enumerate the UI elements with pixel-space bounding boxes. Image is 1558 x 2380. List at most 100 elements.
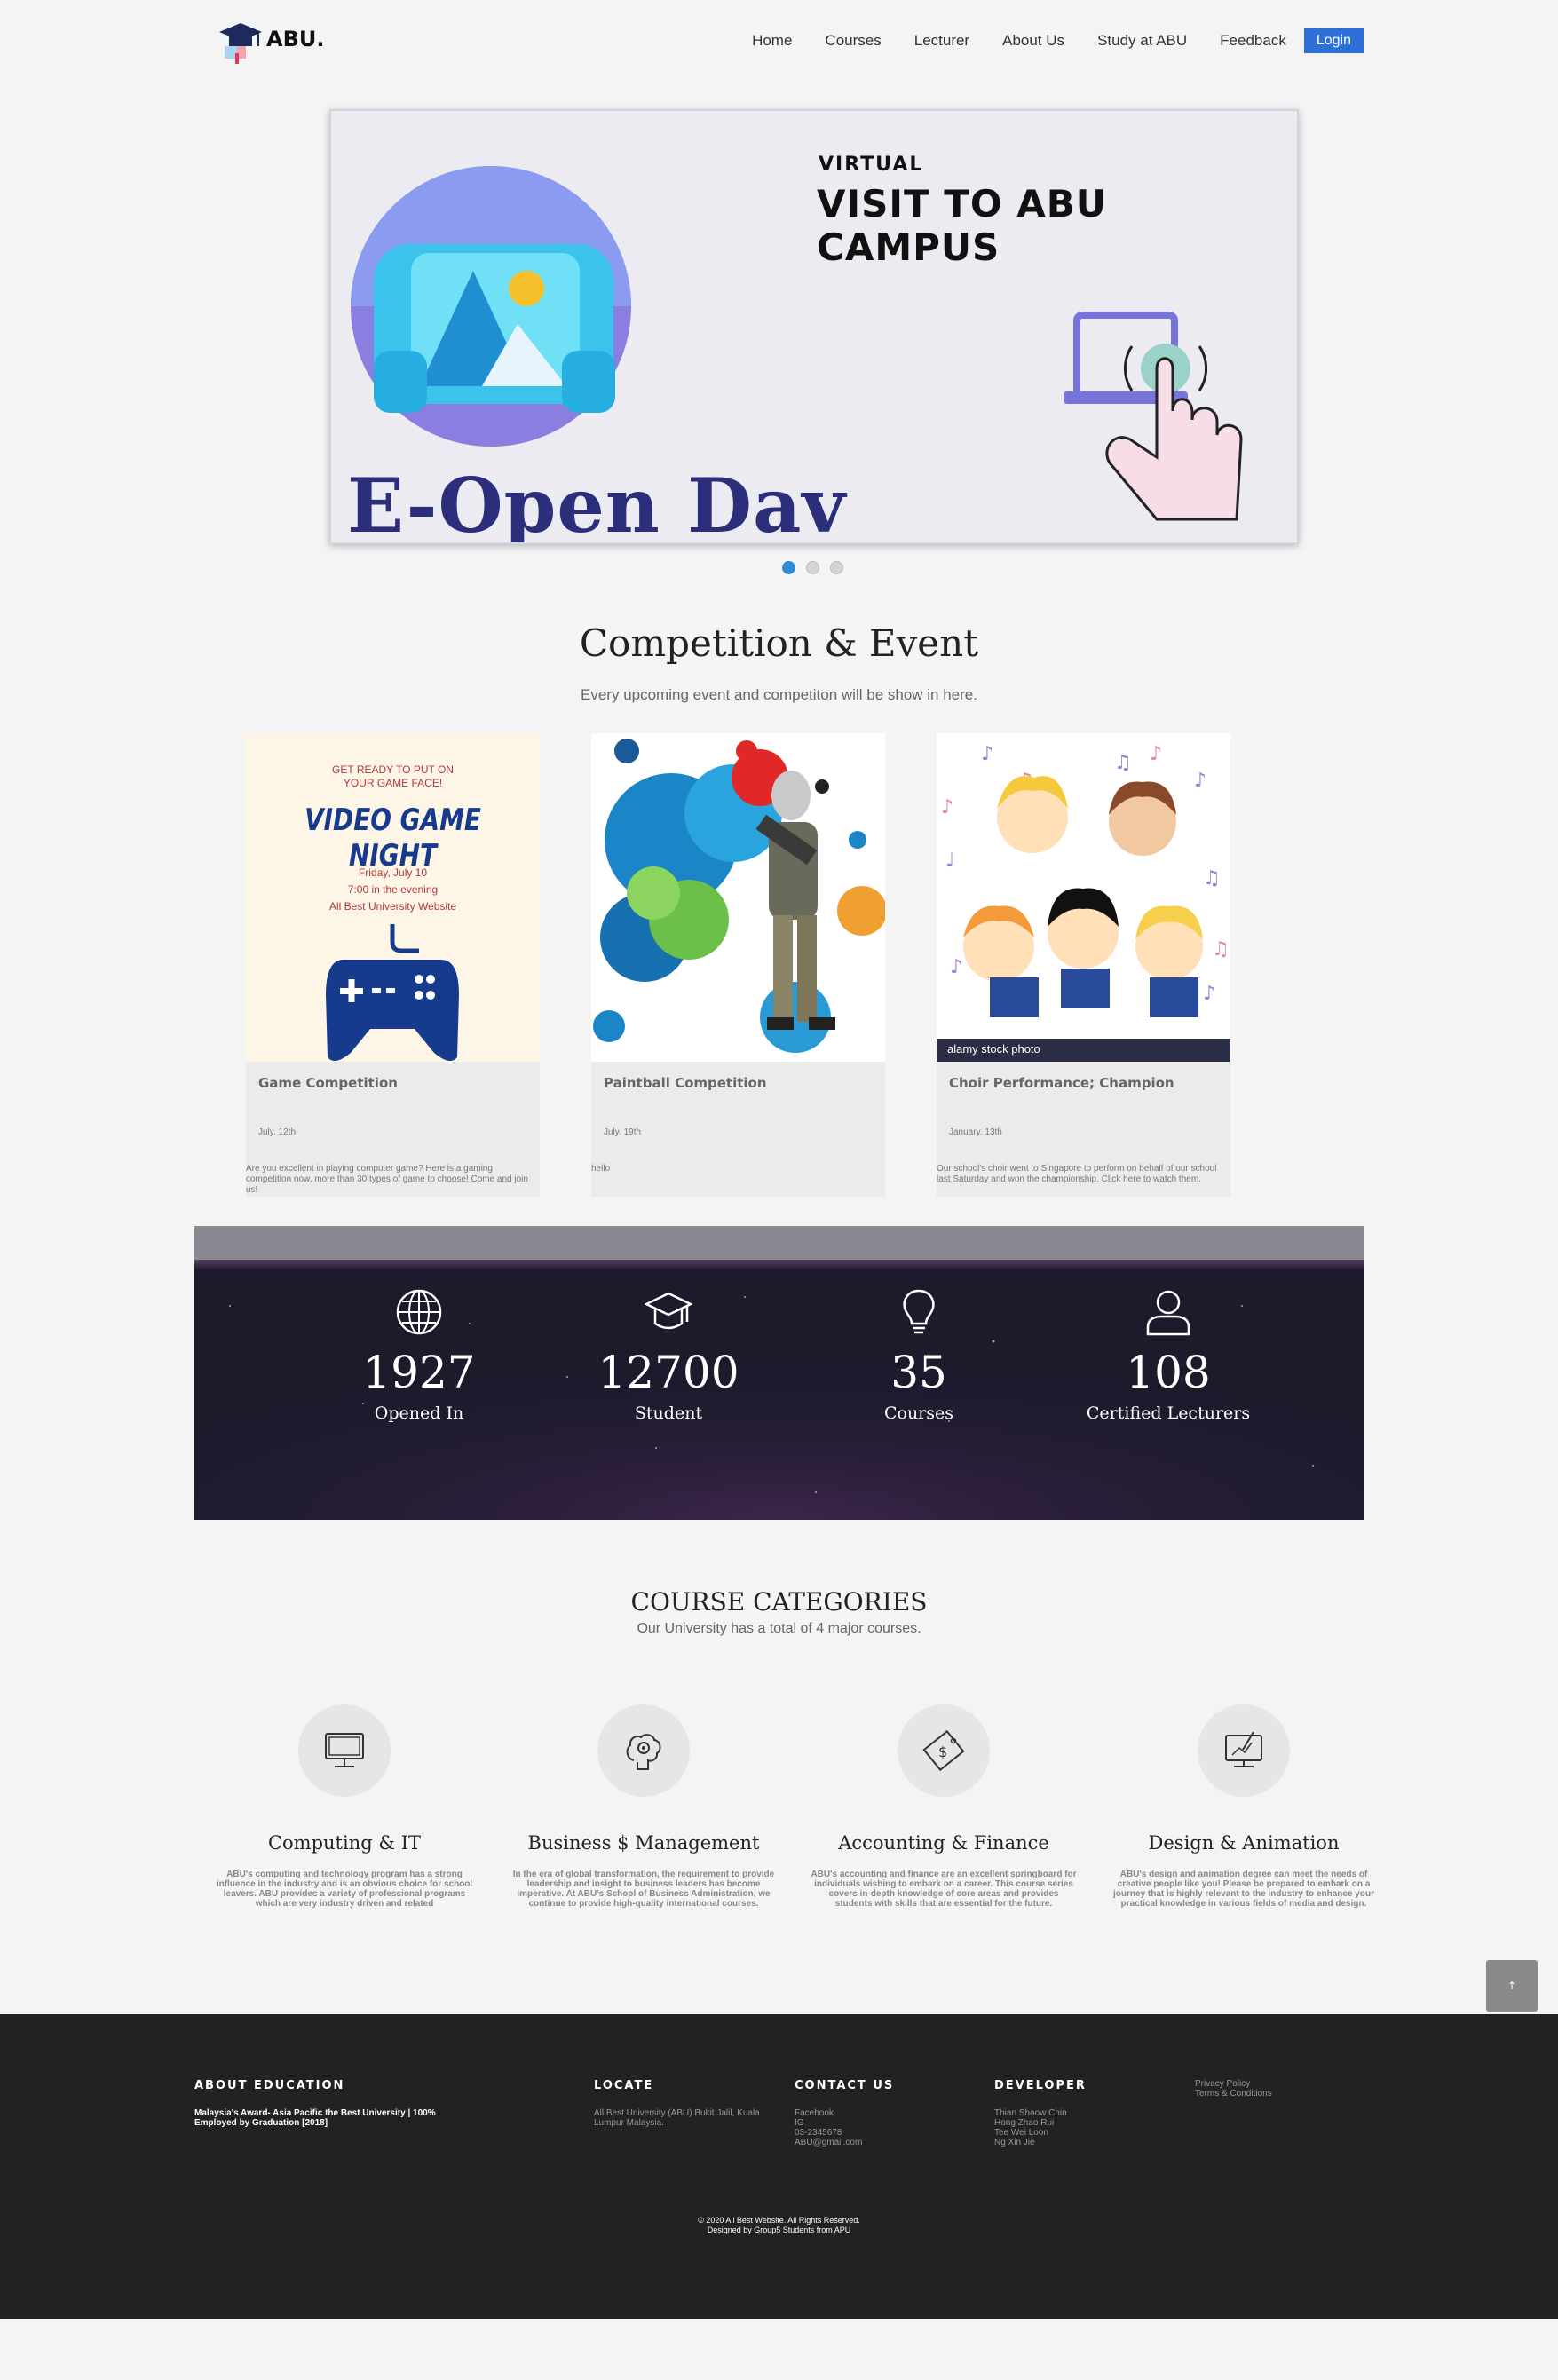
- stats-gradient-band: [194, 1260, 1364, 1270]
- top-nav: ABU. Home Courses Lecturer About Us Stud…: [0, 0, 1558, 82]
- back-to-top-button[interactable]: ↑: [1486, 1960, 1538, 2012]
- event-title: Paintball Competition: [604, 1075, 767, 1091]
- svg-text:♪: ♪: [941, 796, 953, 818]
- vr-headset-illustration: [351, 166, 631, 447]
- svg-text:♫: ♫: [1114, 752, 1132, 774]
- globe-icon: [396, 1289, 442, 1335]
- terms-conditions-link[interactable]: Terms & Conditions: [1195, 2089, 1272, 2099]
- developer-name: Thian Shaow Chin: [994, 2108, 1067, 2118]
- hero-title: VISIT TO ABU CAMPUS: [817, 182, 1107, 269]
- courses-heading: COURSE CATEGORIES: [630, 1587, 928, 1617]
- nav-feedback[interactable]: Feedback: [1220, 32, 1286, 50]
- nav-home[interactable]: Home: [752, 32, 792, 50]
- design-monitor-icon: [1225, 1731, 1262, 1767]
- footer-links: Privacy Policy Terms & Conditions: [1195, 2079, 1272, 2099]
- svg-text:♪: ♪: [981, 743, 993, 765]
- course-desc: ABU's computing and technology program h…: [216, 1870, 473, 1909]
- footer-contact-list: Facebook IG 03-2345678 ABU@gmail.com: [795, 2108, 862, 2147]
- poster-tagline: GET READY TO PUT ON YOUR GAME FACE!: [332, 763, 454, 789]
- stat-label: Courses: [883, 1403, 954, 1423]
- course-computing[interactable]: Computing & IT ABU's computing and techn…: [211, 1704, 478, 1909]
- brand-name[interactable]: ABU.: [266, 27, 324, 51]
- nav-courses[interactable]: Courses: [825, 32, 881, 50]
- paintball-image: [591, 733, 885, 1062]
- stock-watermark: alamy stock photo: [947, 1042, 1040, 1056]
- courses-subheading: Our University has a total of 4 major co…: [637, 1621, 921, 1636]
- contact-facebook-link[interactable]: Facebook: [795, 2108, 862, 2118]
- game-night-poster: GET READY TO PUT ON YOUR GAME FACE! VIDE…: [246, 733, 540, 1062]
- contact-email-link[interactable]: ABU@gmail.com: [795, 2138, 862, 2147]
- nav-study-at-abu[interactable]: Study at ABU: [1097, 32, 1187, 50]
- stat-opened: 1927 Opened In: [312, 1288, 526, 1423]
- footer-developer-heading: DEVELOPER: [994, 2079, 1087, 2092]
- svg-text:♪: ♪: [1203, 983, 1215, 1005]
- course-icon-circle: $: [898, 1704, 990, 1797]
- course-design[interactable]: Design & Animation ABU's design and anim…: [1111, 1704, 1377, 1909]
- graduation-cap-icon: [645, 1292, 692, 1330]
- course-icon-circle: [597, 1704, 690, 1797]
- nav-about-us[interactable]: About Us: [1002, 32, 1064, 50]
- course-accounting[interactable]: $ Accounting & Finance ABU's accounting …: [811, 1704, 1077, 1909]
- course-business[interactable]: Business $ Management In the era of glob…: [510, 1704, 777, 1909]
- copyright-text: © 2020 All Best Website. All Rights Rese…: [698, 2216, 860, 2225]
- user-icon: [1146, 1290, 1190, 1336]
- course-desc: In the era of global transformation, the…: [512, 1870, 775, 1909]
- stat-students: 12700 Student: [562, 1288, 775, 1423]
- contact-ig-link[interactable]: IG: [795, 2118, 862, 2128]
- footer: [0, 2014, 1558, 2319]
- event-card-choir[interactable]: ♪♫♪♩♫♪♪ ♫♪♪♫ alamy stock photo Choir Per…: [937, 733, 1230, 1197]
- event-card-paintball[interactable]: Paintball Competition July. 19th hello: [591, 733, 885, 1197]
- event-date: January. 13th: [949, 1127, 1002, 1137]
- hero-slide[interactable]: VIRTUAL VISIT TO ABU CAMPUS E-Open Dav: [329, 109, 1299, 544]
- event-desc: Our school's choir went to Singapore to …: [937, 1164, 1217, 1184]
- event-card-game[interactable]: GET READY TO PUT ON YOUR GAME FACE! VIDE…: [246, 733, 540, 1197]
- stat-label: Student: [634, 1403, 703, 1423]
- lightbulb-icon: [903, 1289, 935, 1334]
- footer-locate-heading: LOCATE: [594, 2079, 654, 2092]
- svg-text:♫: ♫: [1203, 867, 1221, 890]
- logo-icon[interactable]: [217, 20, 264, 64]
- footer-locate-text: All Best University (ABU) Bukit Jalil, K…: [594, 2108, 760, 2128]
- event-date: July. 19th: [604, 1127, 642, 1137]
- carousel-dot-3[interactable]: [830, 561, 843, 574]
- svg-text:♫: ♫: [1212, 938, 1230, 961]
- event-date: July. 12th: [258, 1127, 297, 1137]
- stat-courses: 35 Courses: [812, 1288, 1025, 1423]
- carousel-indicators: [782, 561, 843, 574]
- choir-image: ♪♫♪♩♫♪♪ ♫♪♪♫ alamy stock photo: [937, 733, 1230, 1062]
- footer-about-heading: ABOUT EDUCATION: [194, 2079, 345, 2092]
- login-button[interactable]: Login: [1303, 28, 1364, 53]
- stat-value: 35: [890, 1347, 947, 1398]
- course-name: Business $ Management: [527, 1832, 760, 1854]
- developer-name: Hong Zhao Rui: [994, 2118, 1055, 2128]
- poster-place: All Best University Website: [328, 900, 457, 913]
- stat-label: Certified Lecturers: [1086, 1403, 1251, 1423]
- poster-time: 7:00 in the evening: [347, 883, 439, 896]
- brain-gear-icon: [626, 1734, 661, 1770]
- hero-banner-text: E-Open Dav: [347, 462, 847, 544]
- money-tag-icon: $: [922, 1729, 965, 1772]
- monitor-icon: [325, 1733, 364, 1767]
- footer-contact-heading: CONTACT US: [795, 2079, 895, 2092]
- course-desc: ABU's design and animation degree can me…: [1113, 1870, 1374, 1909]
- events-subheading: Every upcoming event and competiton will…: [581, 686, 977, 703]
- carousel-dot-1[interactable]: [782, 561, 795, 574]
- nav-lecturer[interactable]: Lecturer: [914, 32, 969, 50]
- developer-name: Ng Xin Jie: [994, 2138, 1035, 2147]
- privacy-policy-link[interactable]: Privacy Policy: [1195, 2079, 1272, 2089]
- events-heading: Competition & Event: [579, 621, 979, 665]
- event-desc: hello: [591, 1164, 611, 1174]
- course-name: Accounting & Finance: [838, 1832, 1049, 1854]
- event-desc: Are you excellent in playing computer ga…: [246, 1164, 528, 1195]
- poster-date: Friday, July 10: [358, 866, 428, 879]
- stats-top-band: [194, 1226, 1364, 1260]
- event-title: Game Competition: [258, 1075, 398, 1091]
- stat-label: Opened In: [374, 1403, 464, 1423]
- svg-text:$: $: [938, 1743, 947, 1760]
- stats-section: 1927 Opened In 12700 Student 35 Courses …: [194, 1226, 1364, 1520]
- stat-lecturers: 108 Certified Lecturers: [1062, 1288, 1275, 1423]
- svg-text:♩: ♩: [945, 850, 954, 872]
- svg-text:♪: ♪: [1194, 770, 1206, 792]
- main-menu: Home Courses Lecturer About Us Study at …: [719, 28, 1364, 53]
- carousel-dot-2[interactable]: [806, 561, 819, 574]
